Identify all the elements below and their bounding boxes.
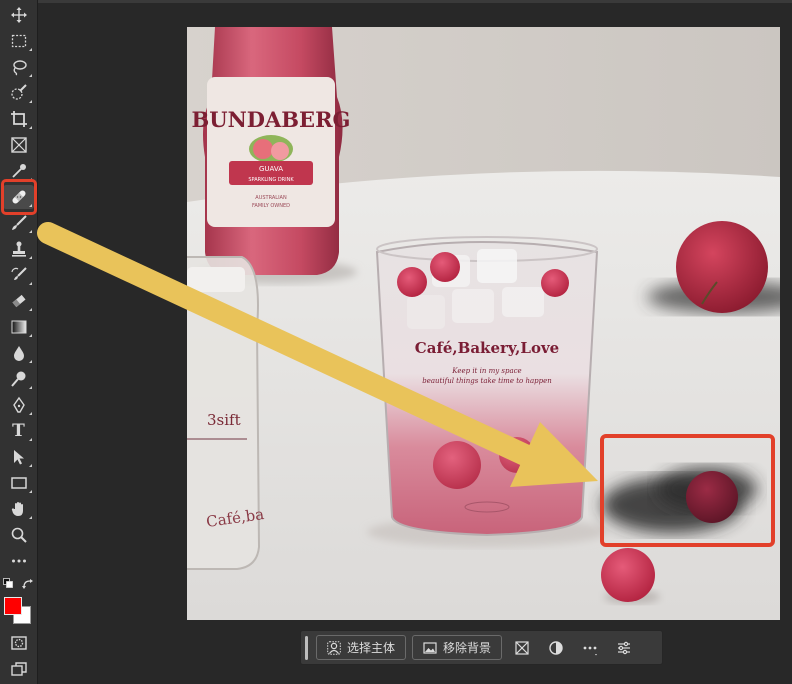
document-canvas[interactable]: BUNDABERG GUAVA SPARKLING DRINK AUSTRALI…	[187, 27, 780, 620]
remove-background-label: 移除背景	[443, 641, 492, 655]
svg-text:GUAVA: GUAVA	[259, 165, 283, 173]
svg-text:SPARKLING DRINK: SPARKLING DRINK	[248, 177, 294, 183]
svg-text:BUNDABERG: BUNDABERG	[192, 107, 351, 132]
screen-mode-icon	[10, 662, 27, 676]
taskbar-settings-button[interactable]	[610, 635, 638, 660]
select-subject-label: 选择主体	[347, 641, 396, 655]
lasso-icon	[12, 60, 27, 76]
more-icon	[583, 646, 598, 655]
spot-healing-brush-tool[interactable]	[3, 185, 34, 209]
clone-stamp-tool[interactable]	[3, 237, 34, 261]
quick-mask-button[interactable]	[3, 631, 34, 655]
brush-icon	[11, 215, 27, 230]
move-icon	[10, 7, 27, 23]
pen-icon	[12, 396, 25, 413]
history-brush-tool[interactable]	[3, 263, 34, 287]
zoom-tool[interactable]	[3, 523, 34, 547]
crop-tool[interactable]	[3, 107, 34, 131]
contextual-taskbar: 选择主体 移除背景	[300, 630, 663, 665]
hand-icon	[11, 502, 23, 516]
transform-icon	[515, 640, 529, 655]
more-tools[interactable]	[3, 549, 34, 573]
canvas-photo: BUNDABERG GUAVA SPARKLING DRINK AUSTRALI…	[187, 27, 780, 620]
quick-selection-icon	[10, 84, 27, 100]
frame-tool[interactable]	[3, 133, 34, 157]
brush-tool[interactable]	[3, 211, 34, 235]
screen-mode-button[interactable]	[3, 657, 34, 681]
rectangle-tool[interactable]	[3, 471, 34, 495]
crop-icon	[10, 111, 27, 127]
bandage-icon	[11, 190, 26, 204]
marquee-icon	[11, 34, 26, 48]
marquee-tool[interactable]	[3, 29, 34, 53]
eraser-icon	[11, 294, 26, 308]
hand-tool[interactable]	[3, 497, 34, 521]
eraser-tool[interactable]	[3, 289, 34, 313]
tools-panel: T	[0, 0, 38, 684]
svg-text:AUSTRALIAN: AUSTRALIAN	[255, 195, 287, 201]
more-options-button[interactable]	[576, 635, 604, 660]
dodge-icon	[10, 371, 25, 387]
more-icon	[11, 559, 26, 563]
image-icon	[423, 641, 437, 654]
sliders-icon	[618, 641, 631, 654]
quick-selection-tool[interactable]	[3, 81, 34, 105]
stamp-icon	[11, 241, 26, 257]
select-subject-button[interactable]: 选择主体	[316, 635, 407, 660]
taskbar-drag-handle[interactable]	[305, 635, 308, 660]
type-tool[interactable]: T	[3, 419, 34, 443]
gradient-tool[interactable]	[3, 315, 34, 339]
type-icon: T	[12, 420, 25, 441]
svg-text:FAMILY OWNED: FAMILY OWNED	[252, 203, 290, 209]
path-selection-tool[interactable]	[3, 445, 34, 469]
zoom-icon	[11, 527, 27, 543]
photoshop-window: T BUNDABERG GUAVA SPARKLING DRINK AUSTRA…	[0, 0, 792, 684]
default-colors-icon[interactable]	[3, 578, 13, 588]
dodge-tool[interactable]	[3, 367, 34, 391]
remove-background-button[interactable]: 移除背景	[412, 635, 503, 660]
move-tool[interactable]	[3, 3, 34, 27]
pen-tool[interactable]	[3, 393, 34, 417]
svg-text:Café,Bakery,Love: Café,Bakery,Love	[415, 339, 559, 357]
top-bar-edge	[38, 0, 792, 3]
half-circle-icon	[549, 640, 563, 655]
swap-colors-icon[interactable]	[22, 578, 34, 590]
blur-tool[interactable]	[3, 341, 34, 365]
eyedropper-tool[interactable]	[3, 159, 34, 183]
arrow-cursor-icon	[13, 450, 24, 465]
transform-button[interactable]	[508, 635, 536, 660]
quick-mask-icon	[10, 636, 27, 650]
foreground-color-swatch[interactable]	[4, 597, 22, 615]
frame-icon	[10, 137, 27, 153]
lasso-tool[interactable]	[3, 55, 34, 79]
person-icon	[327, 640, 341, 655]
adjustment-button[interactable]	[542, 635, 570, 660]
drop-icon	[13, 346, 24, 361]
eyedropper-icon	[11, 164, 26, 178]
svg-text:beautiful things take time to: beautiful things take time to happen	[422, 377, 552, 385]
svg-text:Keep it in my space: Keep it in my space	[451, 367, 521, 375]
svg-text:3sift: 3sift	[207, 411, 241, 429]
history-brush-icon	[10, 267, 27, 280]
rectangle-icon	[10, 477, 27, 489]
gradient-icon	[11, 320, 26, 334]
